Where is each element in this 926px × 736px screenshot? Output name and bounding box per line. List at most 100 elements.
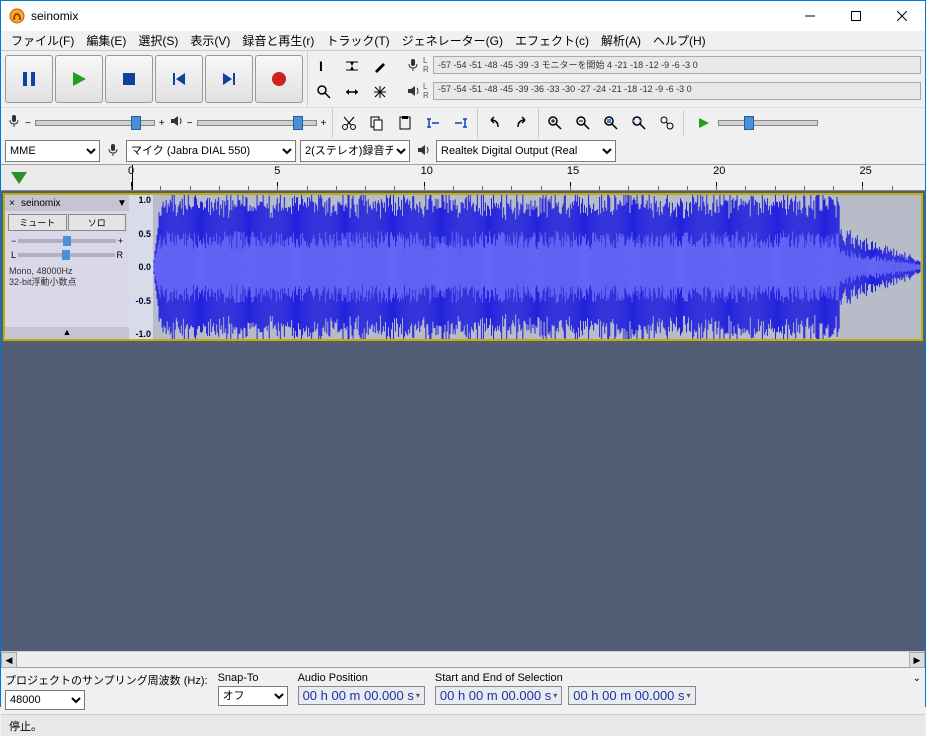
- audio-track: × seinomix ▼ ミュート ソロ − + L R Mono, 48000…: [3, 193, 923, 341]
- selection-end-display[interactable]: 00 h 00 m 00.000 s▾: [568, 686, 695, 705]
- window-title: seinomix: [31, 9, 787, 23]
- pause-button[interactable]: [5, 55, 53, 103]
- envelope-tool-button[interactable]: [338, 53, 366, 79]
- speaker-icon[interactable]: [403, 84, 423, 98]
- track-menu-button[interactable]: ▼: [115, 198, 129, 209]
- minimize-button[interactable]: [787, 1, 833, 31]
- transport-toolbar: [1, 51, 307, 107]
- svg-text:I: I: [319, 58, 323, 74]
- audio-position-display[interactable]: 00 h 00 m 00.000 s▾: [298, 686, 425, 705]
- menu-edit[interactable]: 編集(E): [80, 32, 132, 49]
- timeline[interactable]: 0510152025: [1, 165, 925, 191]
- paste-button[interactable]: [391, 110, 419, 136]
- zoom-tool-button[interactable]: [310, 79, 338, 105]
- horizontal-scrollbar[interactable]: ◀ ▶: [1, 651, 925, 667]
- tools-toolbar: I: [307, 51, 399, 107]
- selection-mode-dropdown[interactable]: ⌄: [913, 673, 921, 684]
- record-button[interactable]: [255, 55, 303, 103]
- skip-start-button[interactable]: [155, 55, 203, 103]
- snap-to-label: Snap-To: [218, 672, 288, 684]
- zoom-in-button[interactable]: [541, 110, 569, 136]
- mic-icon: [104, 143, 122, 160]
- snap-to-select[interactable]: オフ: [218, 686, 288, 706]
- selection-start-display[interactable]: 00 h 00 m 00.000 s▾: [435, 686, 562, 705]
- play-button[interactable]: [55, 55, 103, 103]
- titlebar: seinomix: [1, 1, 925, 31]
- fit-selection-button[interactable]: [597, 110, 625, 136]
- mic-icon[interactable]: [403, 58, 423, 72]
- play-at-speed-toolbar: [683, 110, 824, 136]
- speaker-icon: [414, 143, 432, 160]
- status-area: プロジェクトのサンプリング周波数 (Hz): 48000 Snap-To オフ …: [1, 667, 925, 736]
- recording-volume-slider[interactable]: [35, 120, 155, 126]
- playback-volume-slider[interactable]: [197, 120, 317, 126]
- menu-transport[interactable]: 録音と再生(r): [236, 32, 320, 49]
- undo-button[interactable]: [480, 110, 508, 136]
- time-ruler[interactable]: 0510152025: [131, 165, 925, 190]
- zoom-toggle-button[interactable]: [653, 110, 681, 136]
- playback-device-select[interactable]: Realtek Digital Output (Real: [436, 140, 616, 162]
- close-button[interactable]: [879, 1, 925, 31]
- track-gain-slider[interactable]: [18, 239, 115, 243]
- menu-effect[interactable]: エフェクト(c): [509, 32, 595, 49]
- menu-view[interactable]: 表示(V): [184, 32, 236, 49]
- meter-lr-labels: LR: [423, 56, 433, 74]
- playback-speed-slider[interactable]: [718, 120, 818, 126]
- track-close-button[interactable]: ×: [5, 198, 19, 209]
- selection-label: Start and End of Selection: [435, 672, 909, 684]
- speaker-icon: [169, 114, 183, 133]
- scroll-right-button[interactable]: ▶: [909, 652, 925, 668]
- edit-toolbar: [332, 108, 477, 138]
- project-rate-select[interactable]: 48000: [5, 690, 85, 710]
- multi-tool-button[interactable]: [366, 79, 394, 105]
- track-format-info: Mono, 48000Hz 32-bit浮動小数点: [5, 262, 129, 292]
- zoom-out-button[interactable]: [569, 110, 597, 136]
- audio-position-label: Audio Position: [298, 672, 425, 684]
- redo-button[interactable]: [508, 110, 536, 136]
- undo-toolbar: [477, 108, 538, 138]
- trim-button[interactable]: [419, 110, 447, 136]
- zoom-toolbar: [538, 108, 683, 138]
- draw-tool-button[interactable]: [366, 53, 394, 79]
- recording-meter[interactable]: -57 -54 -51 -48 -45 -39 -3 モニターを開始 4 -21…: [433, 56, 921, 74]
- track-name[interactable]: seinomix: [19, 198, 115, 209]
- track-collapse-button[interactable]: ▲: [5, 327, 129, 339]
- timeshift-tool-button[interactable]: [338, 79, 366, 105]
- skip-end-button[interactable]: [205, 55, 253, 103]
- toolbars: I LR -57 -54 -51 -48 -45 -39 -3 モニターを開始 …: [1, 51, 925, 165]
- stop-button[interactable]: [105, 55, 153, 103]
- menu-generate[interactable]: ジェネレーター(G): [396, 32, 509, 49]
- copy-button[interactable]: [363, 110, 391, 136]
- audio-host-select[interactable]: MME: [5, 140, 100, 162]
- menu-file[interactable]: ファイル(F): [5, 32, 80, 49]
- track-control-panel: × seinomix ▼ ミュート ソロ − + L R Mono, 48000…: [5, 195, 129, 339]
- amplitude-scale[interactable]: 1.0 0.5 0.0 -0.5 -1.0: [129, 195, 153, 339]
- menu-help[interactable]: ヘルプ(H): [647, 32, 712, 49]
- recording-channels-select[interactable]: 2(ステレオ)録音チ: [300, 140, 410, 162]
- meter-lr-labels: LR: [423, 82, 433, 100]
- maximize-button[interactable]: [833, 1, 879, 31]
- mic-icon: [7, 114, 21, 133]
- playback-meter[interactable]: -57 -54 -51 -48 -45 -39 -36 -33 -30 -27 …: [433, 82, 921, 100]
- scroll-left-button[interactable]: ◀: [1, 652, 17, 668]
- mute-button[interactable]: ミュート: [8, 214, 67, 231]
- menu-analyze[interactable]: 解析(A): [595, 32, 647, 49]
- app-icon: [9, 8, 25, 24]
- timeline-quickplay[interactable]: [1, 165, 131, 190]
- waveform-display[interactable]: [153, 195, 921, 339]
- meters: LR -57 -54 -51 -48 -45 -39 -3 モニターを開始 4 …: [399, 51, 925, 107]
- recording-device-select[interactable]: マイク (Jabra DIAL 550): [126, 140, 296, 162]
- selection-tool-button[interactable]: I: [310, 53, 338, 79]
- menu-select[interactable]: 選択(S): [132, 32, 184, 49]
- scrollbar-track[interactable]: [17, 652, 909, 667]
- playhead-marker-icon[interactable]: [11, 172, 27, 184]
- menu-tracks[interactable]: トラック(T): [320, 32, 395, 49]
- tracks-area[interactable]: × seinomix ▼ ミュート ソロ − + L R Mono, 48000…: [1, 191, 925, 651]
- silence-button[interactable]: [447, 110, 475, 136]
- mixer-toolbar: − + − +: [1, 114, 332, 133]
- solo-button[interactable]: ソロ: [68, 214, 127, 231]
- cut-button[interactable]: [335, 110, 363, 136]
- track-pan-slider[interactable]: [18, 253, 114, 257]
- play-at-speed-button[interactable]: [690, 110, 718, 136]
- fit-project-button[interactable]: [625, 110, 653, 136]
